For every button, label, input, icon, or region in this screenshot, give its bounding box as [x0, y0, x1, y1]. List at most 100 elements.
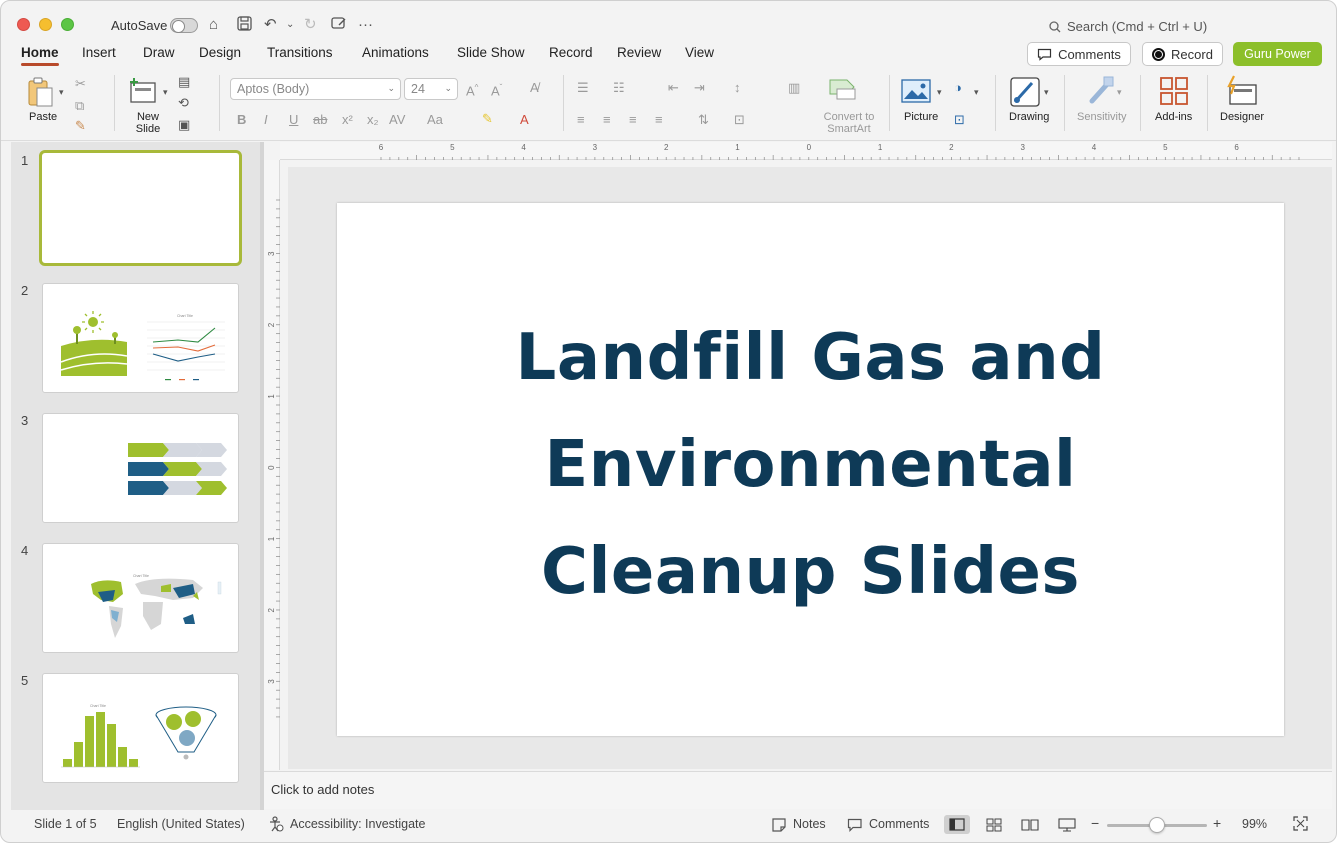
new-slide-chevron-down-icon[interactable]: ▾ [163, 85, 168, 99]
save-icon[interactable] [237, 16, 252, 36]
notes-toggle-button[interactable]: Notes [793, 817, 826, 831]
align-text-icon[interactable]: ⊡ [734, 113, 745, 127]
decrease-indent-icon[interactable]: ⇤ [668, 81, 679, 95]
slide-thumbnail-3[interactable] [42, 413, 239, 523]
superscript-icon[interactable]: x² [342, 113, 353, 127]
close-window-button[interactable] [17, 18, 30, 31]
zoom-out-button[interactable]: − [1091, 815, 1099, 831]
undo-chevron-down-icon[interactable]: ⌄ [286, 16, 294, 34]
slide-sorter-button[interactable] [981, 815, 1007, 834]
more-options-icon[interactable]: ··· [358, 16, 373, 34]
zoom-window-button[interactable] [61, 18, 74, 31]
language-indicator[interactable]: English (United States) [117, 817, 245, 831]
justify-icon[interactable]: ≡ [655, 113, 663, 127]
comments-button[interactable]: Comments [1027, 42, 1131, 66]
undo-icon[interactable]: ↶ [264, 16, 277, 34]
search-box[interactable]: Search (Cmd + Ctrl + U) [1049, 19, 1207, 34]
new-slide-icon[interactable] [128, 77, 158, 108]
font-color-icon[interactable]: A [520, 113, 529, 127]
slide-thumbnail-2[interactable]: Chart Title [42, 283, 239, 393]
notes-pane[interactable]: Click to add notes [264, 771, 1332, 809]
paste-chevron-down-icon[interactable]: ▾ [59, 85, 64, 99]
sensitivity-icon[interactable] [1088, 75, 1116, 108]
tab-view[interactable]: View [685, 45, 714, 60]
tab-draw[interactable]: Draw [143, 45, 175, 60]
tab-animations[interactable]: Animations [362, 45, 429, 60]
zoom-in-button[interactable]: + [1213, 815, 1221, 831]
slide-5-preview: Chart Title [61, 704, 217, 768]
copy-icon[interactable]: ⧉ [75, 99, 84, 113]
paste-icon[interactable] [26, 77, 54, 110]
slide-thumbnails-panel[interactable]: 1 2 Chart Title 3 4 Chart Title 5 Chart … [11, 142, 260, 810]
reading-view-button[interactable] [1017, 815, 1043, 834]
redo-icon[interactable]: ↻ [304, 16, 317, 34]
record-button[interactable]: Record [1142, 42, 1223, 66]
increase-indent-icon[interactable]: ⇥ [694, 81, 705, 95]
increase-font-icon[interactable]: A^ [466, 81, 478, 98]
home-icon[interactable]: ⌂ [209, 16, 218, 34]
shapes-icon[interactable]: ◑ [954, 81, 962, 95]
guru-power-button[interactable]: Guru Power [1233, 42, 1322, 66]
cut-icon[interactable]: ✂ [75, 77, 86, 91]
accessibility-icon[interactable] [268, 816, 284, 835]
align-left-icon[interactable]: ≡ [577, 113, 585, 127]
current-slide[interactable]: Landfill Gas and Environmental Cleanup S… [337, 203, 1284, 736]
zoom-slider-handle[interactable] [1149, 817, 1165, 833]
picture-chevron-down-icon[interactable]: ▾ [937, 85, 942, 99]
change-case-icon[interactable]: Aa [427, 113, 443, 127]
normal-view-button[interactable] [944, 815, 970, 834]
tab-record[interactable]: Record [549, 45, 593, 60]
sensitivity-chevron-down-icon[interactable]: ▾ [1117, 85, 1122, 99]
bullets-icon[interactable]: ☰ [577, 81, 589, 95]
slide-thumbnail-4[interactable]: Chart Title [42, 543, 239, 653]
tab-slide-show[interactable]: Slide Show [457, 45, 525, 60]
text-box-icon[interactable]: ⊡ [954, 113, 965, 127]
tab-home[interactable]: Home [21, 45, 59, 66]
clear-formatting-icon[interactable]: A̸ [530, 81, 539, 95]
highlight-icon[interactable]: ✎ [482, 112, 493, 126]
decrease-font-icon[interactable]: Aˇ [491, 81, 502, 98]
underline-icon[interactable]: U [289, 113, 298, 127]
slide-thumbnail-5[interactable]: Chart Title [42, 673, 239, 783]
font-name-select[interactable]: Aptos (Body) ⌄ [230, 78, 401, 100]
drawing-icon[interactable] [1010, 77, 1040, 110]
picture-icon[interactable] [901, 79, 931, 106]
reset-icon[interactable]: ⟲ [178, 96, 189, 110]
font-size-select[interactable]: 24 ⌄ [404, 78, 458, 100]
designer-label: Designer [1220, 111, 1265, 123]
comments-toggle-button[interactable]: Comments [869, 817, 929, 831]
add-ins-icon[interactable] [1160, 77, 1188, 108]
italic-icon[interactable]: I [264, 113, 268, 127]
present-icon[interactable] [331, 16, 347, 36]
zoom-level[interactable]: 99% [1242, 817, 1267, 831]
minimize-window-button[interactable] [39, 18, 52, 31]
slide-title-textbox[interactable]: Landfill Gas and Environmental Cleanup S… [337, 305, 1284, 626]
tab-transitions[interactable]: Transitions [267, 45, 333, 60]
section-icon[interactable]: ▣ [178, 118, 190, 132]
designer-icon[interactable] [1226, 75, 1258, 108]
character-spacing-icon[interactable]: AV [389, 113, 405, 127]
line-spacing-icon[interactable]: ↕ [734, 81, 741, 95]
align-center-icon[interactable]: ≡ [603, 113, 611, 127]
strikethrough-icon[interactable]: ab [313, 113, 327, 127]
tab-review[interactable]: Review [617, 45, 661, 60]
subscript-icon[interactable]: x₂ [367, 113, 379, 127]
slideshow-view-button[interactable] [1054, 815, 1080, 834]
tab-insert[interactable]: Insert [82, 45, 116, 60]
accessibility-status[interactable]: Accessibility: Investigate [290, 817, 425, 831]
autosave-toggle[interactable] [170, 18, 198, 33]
smartart-icon[interactable] [827, 77, 859, 106]
numbering-icon[interactable]: ☷ [613, 81, 625, 95]
shapes-chevron-down-icon[interactable]: ▾ [974, 85, 979, 99]
tab-design[interactable]: Design [199, 45, 241, 60]
layout-icon[interactable]: ▤ [178, 75, 190, 89]
drawing-chevron-down-icon[interactable]: ▾ [1044, 85, 1049, 99]
text-direction-icon[interactable]: ⇅ [698, 113, 709, 127]
columns-icon[interactable]: ▥ [788, 81, 800, 95]
ruler-label: 1 [878, 143, 883, 152]
slide-thumbnail-1[interactable] [39, 150, 242, 266]
format-painter-icon[interactable]: ✎ [75, 119, 86, 133]
align-right-icon[interactable]: ≡ [629, 113, 637, 127]
fit-to-window-icon[interactable] [1293, 816, 1308, 834]
bold-icon[interactable]: B [237, 113, 246, 127]
